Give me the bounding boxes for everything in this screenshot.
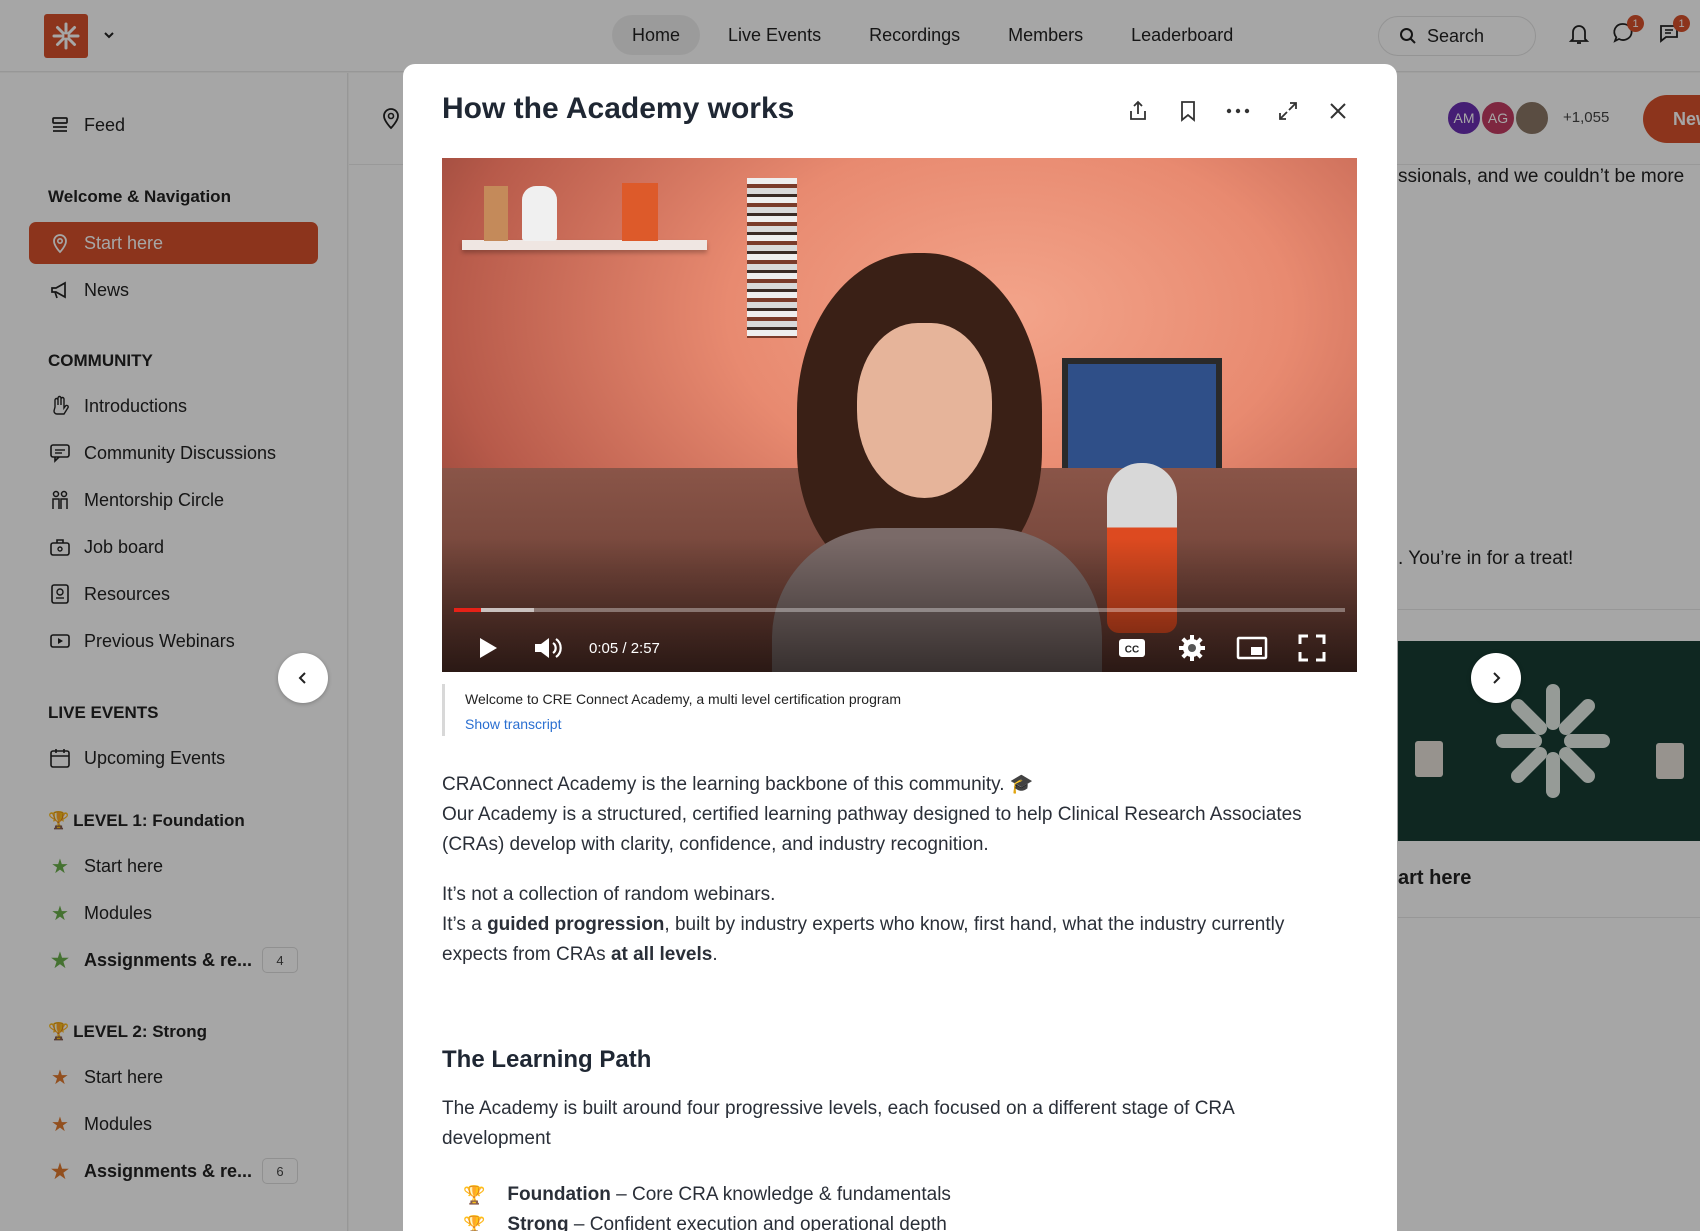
video-scene-face xyxy=(857,323,992,498)
chevron-left-icon xyxy=(296,671,310,685)
progression-paragraph: It’s not a collection of random webinars… xyxy=(442,880,1342,970)
video-controls-gradient xyxy=(442,538,1357,672)
show-transcript-link[interactable]: Show transcript xyxy=(465,713,1357,735)
video-time: 0:05 / 2:57 xyxy=(589,640,660,657)
level-list-item: 🏆 Strong – Confident execution and opera… xyxy=(463,1214,947,1231)
intro-line-1: CRAConnect Academy is the learning backb… xyxy=(442,774,1034,795)
bold-text: at all levels xyxy=(610,944,713,965)
chevron-right-icon xyxy=(1489,671,1503,685)
video-caption: Welcome to CRE Connect Academy, a multi … xyxy=(442,684,1357,736)
video-scene-shelf xyxy=(462,240,707,250)
level-text: Strong – Confident execution and operati… xyxy=(507,1214,946,1231)
text-run: . xyxy=(712,944,718,965)
level-description: – Confident execution and operational de… xyxy=(568,1214,947,1231)
settings-gear-icon[interactable] xyxy=(1172,628,1212,668)
trophy-icon: 🏆 xyxy=(463,1214,486,1231)
intro-paragraph: CRAConnect Academy is the learning backb… xyxy=(442,770,1342,860)
video-scene-object xyxy=(484,186,508,241)
modal-title: How the Academy works xyxy=(442,92,795,125)
fullscreen-icon[interactable] xyxy=(1292,628,1332,668)
level-text: Foundation – Core CRA knowledge & fundam… xyxy=(507,1184,951,1206)
close-icon[interactable] xyxy=(1323,96,1353,126)
share-icon[interactable] xyxy=(1123,96,1153,126)
previous-button[interactable] xyxy=(278,653,328,703)
play-icon[interactable] xyxy=(468,628,508,668)
level-list-item: 🏆 Foundation – Core CRA knowledge & fund… xyxy=(463,1184,951,1206)
progression-line-1: It’s not a collection of random webinars… xyxy=(442,884,776,905)
video-progress-fill xyxy=(454,608,481,612)
more-options-icon[interactable] xyxy=(1223,96,1253,126)
video-scene-object xyxy=(522,186,557,241)
section-heading: The Learning Path xyxy=(442,1046,652,1073)
level-description: – Core CRA knowledge & fundamentals xyxy=(610,1184,951,1205)
video-scene-book-stack xyxy=(747,178,797,338)
expand-icon[interactable] xyxy=(1273,96,1303,126)
post-modal: How the Academy works 0:05 / 2:57 CC Wel… xyxy=(403,64,1397,1231)
svg-text:CC: CC xyxy=(1125,645,1139,656)
progression-line-2: It’s a guided progression, built by indu… xyxy=(442,910,1342,970)
video-player[interactable]: 0:05 / 2:57 CC xyxy=(442,158,1357,672)
video-scene-books xyxy=(622,183,658,241)
miniplayer-icon[interactable] xyxy=(1232,628,1272,668)
video-progress-bar[interactable] xyxy=(454,608,1345,612)
intro-line-2: Our Academy is a structured, certified l… xyxy=(442,804,1302,855)
trophy-icon: 🏆 xyxy=(463,1184,486,1205)
text-run: It’s a xyxy=(442,914,488,935)
next-button[interactable] xyxy=(1471,653,1521,703)
section-paragraph: The Academy is built around four progres… xyxy=(442,1098,1234,1149)
level-name: Foundation xyxy=(507,1184,611,1205)
bold-text: guided progression xyxy=(487,914,665,935)
level-name: Strong xyxy=(507,1214,569,1231)
captions-icon[interactable]: CC xyxy=(1112,628,1152,668)
volume-icon[interactable] xyxy=(528,628,568,668)
caption-text: Welcome to CRE Connect Academy, a multi … xyxy=(465,691,901,707)
bookmark-icon[interactable] xyxy=(1173,96,1203,126)
